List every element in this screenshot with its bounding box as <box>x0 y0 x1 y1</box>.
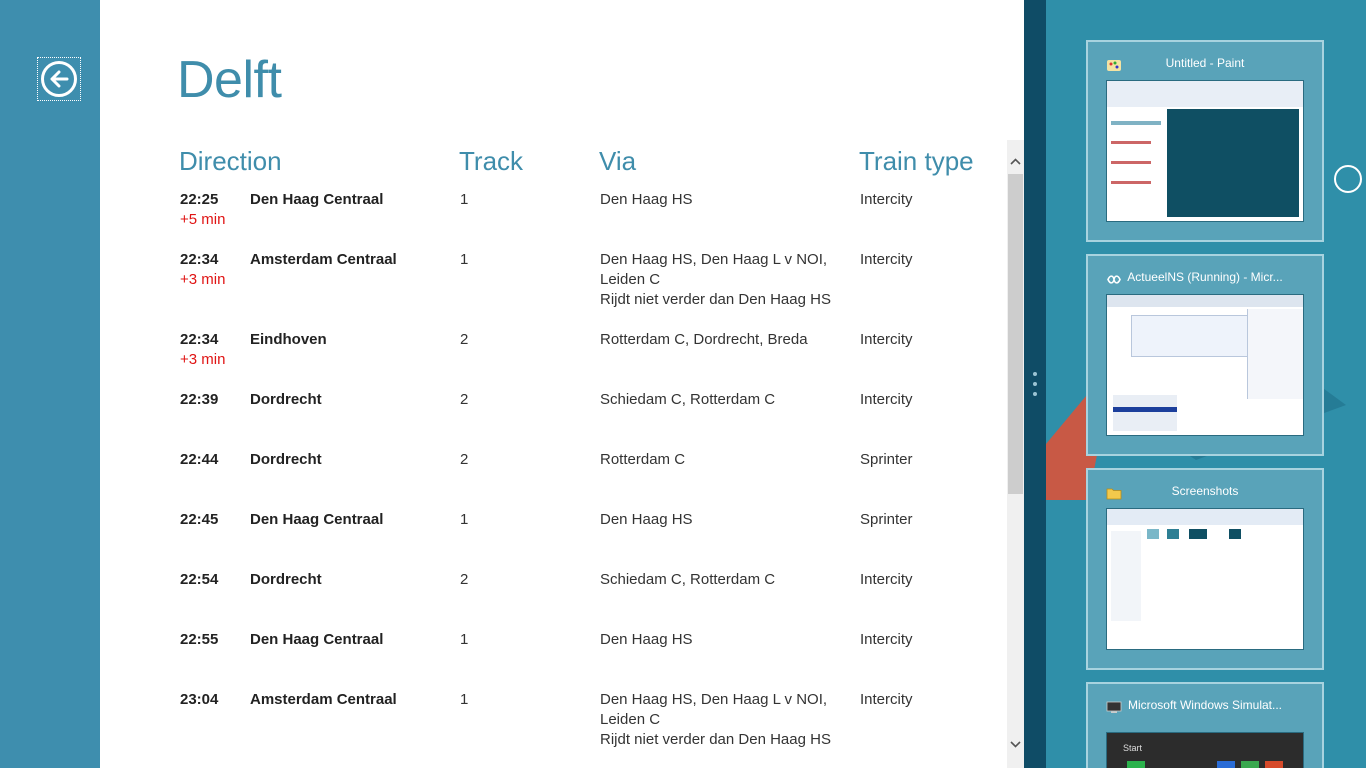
departure-train-type: Sprinter <box>860 451 913 468</box>
departure-note: Rijdt niet verder dan Den Haag HS <box>600 291 831 308</box>
departure-via: Den Haag HS <box>600 191 693 208</box>
departure-time: 22:39 <box>180 391 219 408</box>
departure-via: Den Haag HS <box>600 511 693 528</box>
departure-destination: Den Haag Centraal <box>250 631 384 648</box>
departure-train-type: Intercity <box>860 191 913 208</box>
departure-time: 22:44 <box>180 451 219 468</box>
departure-track: 2 <box>460 331 469 348</box>
departure-via: Den Haag HS <box>600 631 693 648</box>
departure-time: 22:54 <box>180 571 219 588</box>
departure-row[interactable]: 22:25 +5 min Den Haag Centraal 1 Den Haa… <box>100 190 1024 250</box>
paint-preview <box>1106 80 1304 222</box>
app-switcher: Untitled - Paint ActueelNS (Running) - M… <box>1046 0 1366 768</box>
departure-track: 1 <box>460 691 469 708</box>
header-train-type: Train type <box>859 146 974 176</box>
departure-destination: Dordrecht <box>250 391 322 408</box>
departure-row[interactable]: 23:04 Amsterdam Centraal 1 Den Haag HS, … <box>100 690 1024 768</box>
departure-via: Den Haag HS, Den Haag L v NOI, Leiden C <box>600 251 828 288</box>
simulator-preview: Start <box>1106 732 1304 768</box>
departure-train-type: Intercity <box>860 571 913 588</box>
departure-time: 23:04 <box>180 691 219 708</box>
scroll-up-icon[interactable] <box>1007 153 1024 170</box>
app-thumbnail-simulator[interactable]: Microsoft Windows Simulat... Start <box>1086 682 1324 768</box>
departure-track: 2 <box>460 391 469 408</box>
departure-destination: Amsterdam Centraal <box>250 691 397 708</box>
simulator-start-label: Start <box>1123 743 1143 753</box>
departure-row[interactable]: 22:45 Den Haag Centraal 1 Den Haag HS Sp… <box>100 510 1024 570</box>
departure-time: 22:45 <box>180 511 219 528</box>
departure-row[interactable]: 22:54 Dordrecht 2 Schiedam C, Rotterdam … <box>100 570 1024 630</box>
departure-via: Rotterdam C, Dordrecht, Breda <box>600 331 808 348</box>
header-track: Track <box>459 146 524 176</box>
back-button[interactable] <box>37 57 81 101</box>
departure-via: Den Haag HS, Den Haag L v NOI, Leiden C <box>600 691 828 728</box>
departure-track: 2 <box>460 451 469 468</box>
departure-train-type: Intercity <box>860 251 913 268</box>
app-thumbnail-title: Untitled - Paint <box>1165 56 1245 70</box>
header-direction: Direction <box>179 146 282 176</box>
departure-row[interactable]: 22:44 Dordrecht 2 Rotterdam C Sprinter <box>100 450 1024 510</box>
departure-row[interactable]: 22:34 +3 min Eindhoven 2 Rotterdam C, Do… <box>100 330 1024 390</box>
departure-delay: +3 min <box>180 351 226 368</box>
scroll-thumb[interactable] <box>1008 174 1023 494</box>
departure-train-type: Sprinter <box>860 511 913 528</box>
divider-grip-icon <box>1033 372 1037 376</box>
departure-destination: Den Haag Centraal <box>250 511 384 528</box>
back-arrow-icon <box>41 61 77 97</box>
departure-row[interactable]: 22:34 +3 min Amsterdam Centraal 1 Den Ha… <box>100 250 1024 310</box>
departure-track: 1 <box>460 511 469 528</box>
app-thumbnail-title: Screenshots <box>1171 484 1239 498</box>
departure-time: 22:25 <box>180 191 219 208</box>
departure-track: 1 <box>460 631 469 648</box>
app-thumbnail-screenshots[interactable]: Screenshots <box>1086 468 1324 670</box>
departure-time: 22:55 <box>180 631 219 648</box>
departure-train-type: Intercity <box>860 391 913 408</box>
app-thumbnail-visual-studio[interactable]: ActueelNS (Running) - Micr... <box>1086 254 1324 456</box>
explorer-preview <box>1106 508 1304 650</box>
app-thumbnail-title: ActueelNS (Running) - Micr... <box>1127 270 1283 284</box>
departure-via: Rotterdam C <box>600 451 686 468</box>
header-via: Via <box>599 146 637 176</box>
departure-track: 1 <box>460 251 469 268</box>
scroll-down-icon[interactable] <box>1007 736 1024 753</box>
departure-via: Schiedam C, Rotterdam C <box>600 391 776 408</box>
left-rail <box>0 0 100 768</box>
departure-delay: +3 min <box>180 271 226 288</box>
departure-destination: Eindhoven <box>250 331 327 348</box>
divider-grip-icon <box>1033 392 1037 396</box>
thumbnail-indicator-icon <box>1334 165 1362 193</box>
departure-train-type: Intercity <box>860 631 913 648</box>
departure-delay: +5 min <box>180 211 226 228</box>
app-thumbnail-paint[interactable]: Untitled - Paint <box>1086 40 1324 242</box>
departure-time: 22:34 <box>180 251 219 268</box>
departure-row[interactable]: 22:39 Dordrecht 2 Schiedam C, Rotterdam … <box>100 390 1024 450</box>
divider-grip-icon <box>1033 382 1037 386</box>
page-title: Delft <box>177 51 282 109</box>
app-thumbnail-title: Microsoft Windows Simulat... <box>1127 698 1283 712</box>
departure-destination: Den Haag Centraal <box>250 191 384 208</box>
departure-train-type: Intercity <box>860 691 913 708</box>
departure-row[interactable]: 22:55 Den Haag Centraal 1 Den Haag HS In… <box>100 630 1024 690</box>
vertical-scrollbar[interactable] <box>1007 140 1024 768</box>
departure-via: Schiedam C, Rotterdam C <box>600 571 776 588</box>
departure-destination: Dordrecht <box>250 451 322 468</box>
visual-studio-preview <box>1106 294 1304 436</box>
departure-destination: Dordrecht <box>250 571 322 588</box>
departure-train-type: Intercity <box>860 331 913 348</box>
departures-page: Delft Direction Track Via Train type 22:… <box>100 0 1024 768</box>
departure-time: 22:34 <box>180 331 219 348</box>
departure-track: 2 <box>460 571 469 588</box>
departure-destination: Amsterdam Centraal <box>250 251 397 268</box>
departure-track: 1 <box>460 191 469 208</box>
departure-note: Rijdt niet verder dan Den Haag HS <box>600 731 831 748</box>
